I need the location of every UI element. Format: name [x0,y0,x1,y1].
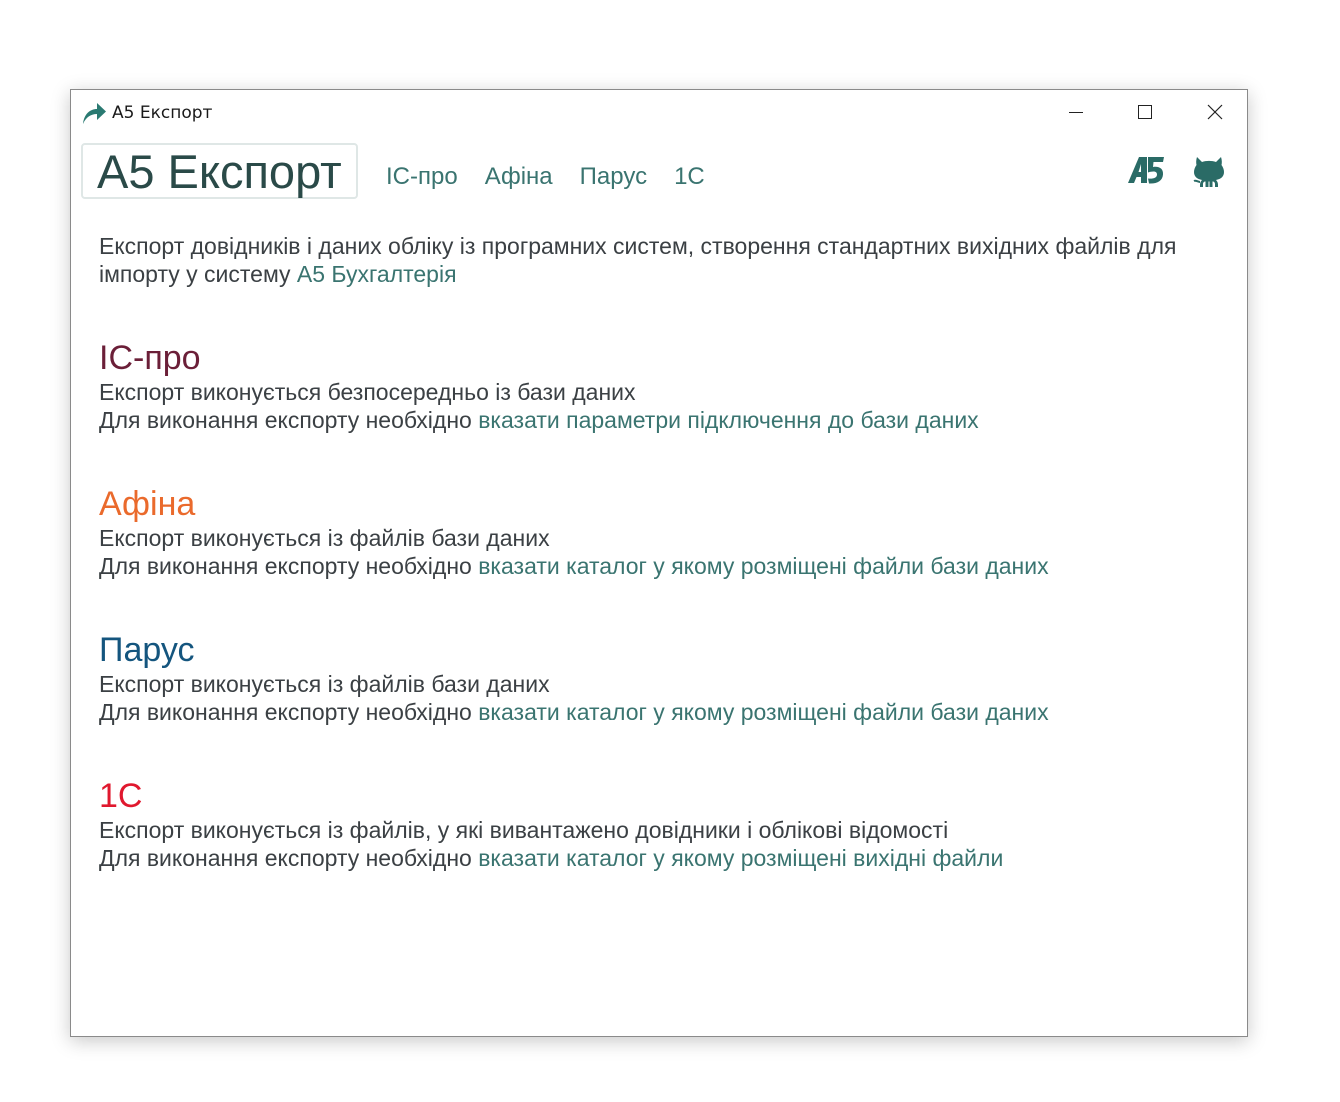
section-is-pro: ІС-про Експорт виконується безпосередньо… [99,338,1229,434]
main-nav: ІС-про Афіна Парус 1С [386,163,732,191]
1c-folder-link[interactable]: вказати каталог у якому розміщені вихідн… [478,845,1003,871]
afina-folder-link[interactable]: вказати каталог у якому розміщені файли … [478,553,1048,579]
brand-button[interactable]: A5 Експорт [81,143,358,199]
instruction-text: Для виконання експорту необхідно [99,407,479,433]
instruction-text: Для виконання експорту необхідно [99,845,479,871]
connection-settings-link[interactable]: вказати параметри підключення до бази да… [478,407,978,433]
section-afina: Афіна Експорт виконується із файлів бази… [99,484,1229,580]
section-instruction: Для виконання експорту необхідно вказати… [99,552,1229,580]
close-icon [1207,104,1223,120]
section-description: Експорт виконується із файлів, у які вив… [99,817,949,843]
section-1c: 1С Експорт виконується із файлів, у які … [99,776,1229,872]
section-title-1c: 1С [99,777,143,815]
close-button[interactable] [1192,90,1238,134]
nav-link-parus[interactable]: Парус [580,163,647,191]
header-icons [1127,154,1227,188]
instruction-text: Для виконання експорту необхідно [99,553,479,579]
section-instruction: Для виконання експорту необхідно вказати… [99,406,1229,434]
minimize-icon [1069,112,1083,113]
main-content: Експорт довідників і даних обліку із про… [99,232,1229,871]
nav-link-1c[interactable]: 1С [674,163,705,191]
intro-paragraph: Експорт довідників і даних обліку із про… [99,232,1229,288]
maximize-icon [1138,105,1152,119]
a5-accounting-link[interactable]: A5 Бухгалтерія [297,261,457,287]
app-window: A5 Експорт A5 Експорт ІС-про Афіна Парус… [70,89,1248,1037]
window-title: A5 Експорт [112,103,213,123]
section-title-is-pro: ІС-про [99,339,201,377]
a5-logo-icon[interactable] [1127,154,1165,186]
section-title-parus: Парус [99,631,195,669]
section-instruction: Для виконання експорту необхідно вказати… [99,698,1229,726]
nav-link-afina[interactable]: Афіна [485,163,553,191]
section-description: Експорт виконується безпосередньо із баз… [99,379,636,405]
app-header: A5 Експорт ІС-про Афіна Парус 1С [71,140,1247,206]
title-bar[interactable]: A5 Експорт [71,90,1247,134]
section-title-afina: Афіна [99,485,196,523]
github-icon[interactable] [1191,154,1227,188]
parus-folder-link[interactable]: вказати каталог у якому розміщені файли … [478,699,1048,725]
nav-link-is-pro[interactable]: ІС-про [386,163,458,191]
section-instruction: Для виконання експорту необхідно вказати… [99,844,1229,872]
section-description: Експорт виконується із файлів бази даних [99,671,550,697]
intro-text: Експорт довідників і даних обліку із про… [99,233,1177,287]
minimize-button[interactable] [1053,90,1099,134]
instruction-text: Для виконання експорту необхідно [99,699,479,725]
section-parus: Парус Експорт виконується із файлів бази… [99,630,1229,726]
section-description: Експорт виконується із файлів бази даних [99,525,550,551]
share-arrow-icon [83,103,106,124]
maximize-button[interactable] [1122,90,1168,134]
